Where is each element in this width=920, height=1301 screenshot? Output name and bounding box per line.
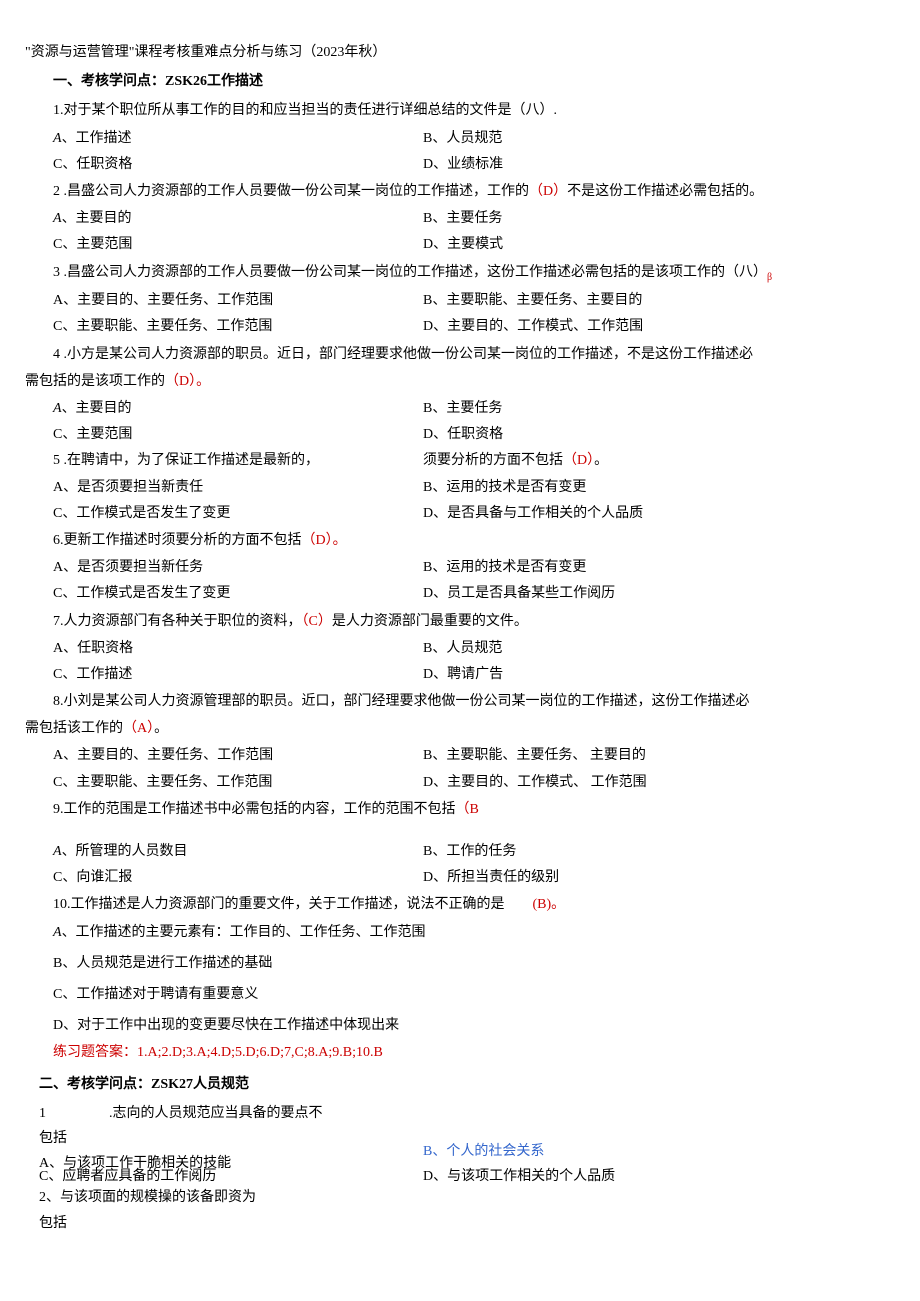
q7-option-d: D、聘请广告 (423, 662, 895, 687)
q5-option-d: D、是否具备与工作相关的个人品质 (423, 501, 895, 526)
q9-option-b: B、工作的任务 (423, 839, 895, 864)
q5-stem-row: 5 .在聘请中，为了保证工作描述是最新的， 须要分析的方面不包括（D）。 (53, 448, 895, 473)
q5-options-row-1: A、是否须要担当新责任 B、运用的技术是否有变更 (53, 475, 895, 500)
s2q1-stem: .志向的人员规范应当具备的要点不 (109, 1101, 323, 1126)
q2-option-d: D、主要模式 (423, 232, 895, 257)
q5-option-b: B、运用的技术是否有变更 (423, 475, 895, 500)
q6-option-d: D、员工是否具备某些工作阅历 (423, 581, 895, 606)
q10-option-d: D、对于工作中出现的变更要尽快在工作描述中体现出来 (53, 1013, 895, 1038)
q3-options-row-2: C、主要职能、主要任务、工作范围 D、主要目的、工作模式、工作范围 (53, 314, 895, 339)
q1-options-row-2: C、任职资格 D、业绩标准 (53, 152, 895, 177)
q5-stem-right: 须要分析的方面不包括（D）。 (423, 448, 895, 473)
q9-option-a: A、所管理的人员数目 (53, 839, 423, 864)
q6-option-b: B、运用的技术是否有变更 (423, 555, 895, 580)
q1-option-b: B、人员规范 (423, 126, 895, 151)
q4-option-a: A、主要目的 (53, 396, 423, 421)
q6-options-row-2: C、工作模式是否发生了变更 D、员工是否具备某些工作阅历 (53, 581, 895, 606)
q3-option-d: D、主要目的、工作模式、工作范围 (423, 314, 895, 339)
s2q1-option-d: D、与该项工作相关的个人品质 (423, 1164, 615, 1189)
q2-option-b: B、主要任务 (423, 206, 895, 231)
s2q2-cont: 包括 (39, 1211, 895, 1236)
q8-option-a: A、主要目的、主要任务、工作范围 (53, 743, 423, 768)
q2-option-c: C、主要范围 (53, 232, 423, 257)
q5-option-c: C、工作模式是否发生了变更 (53, 501, 423, 526)
q9-options-row-2: C、向谁汇报 D、所担当责任的级别 (53, 865, 895, 890)
q1-option-a: A、工作描述 (53, 126, 423, 151)
q3-option-c: C、主要职能、主要任务、工作范围 (53, 314, 423, 339)
q8-stem-line-2: 需包括该工作的（A）。 (25, 716, 895, 741)
section-2-header: 二、考核学问点：ZSK27人员规范 (39, 1072, 895, 1097)
q7-option-c: C、工作描述 (53, 662, 423, 687)
q6-options-row-1: A、是否须要担当新任务 B、运用的技术是否有变更 (53, 555, 895, 580)
q4-options-row-1: A、主要目的 B、主要任务 (53, 396, 895, 421)
q2-stem: 2 .昌盛公司人力资源部的工作人员要做一份公司某一岗位的工作描述，工作的（D）不… (53, 179, 895, 204)
q10-stem: 10.工作描述是人力资源部门的重要文件，关于工作描述，说法不正确的是 (B)。 (53, 892, 895, 917)
q8-option-c: C、主要职能、主要任务、工作范围 (53, 770, 423, 795)
q1-options-row-1: A、工作描述 B、人员规范 (53, 126, 895, 151)
q4-stem-line-1: 4 .小方是某公司人力资源部的职员。近日，部门经理要求他做一份公司某一岗位的工作… (53, 342, 895, 367)
q2-options-row-2: C、主要范围 D、主要模式 (53, 232, 895, 257)
q1-option-c: C、任职资格 (53, 152, 423, 177)
q7-option-b: B、人员规范 (423, 636, 895, 661)
q9-option-c: C、向谁汇报 (53, 865, 423, 890)
q5-option-a: A、是否须要担当新责任 (53, 475, 423, 500)
q7-options-row-1: A、任职资格 B、人员规范 (53, 636, 895, 661)
q2-options-row-1: A、主要目的 B、主要任务 (53, 206, 895, 231)
s2q1-number: 1 (39, 1101, 109, 1126)
q3-option-a: A、主要目的、主要任务、工作范围 (53, 288, 423, 313)
q4-option-b: B、主要任务 (423, 396, 895, 421)
section-1-answers: 练习题答案：1.A;2.D;3.A;4.D;5.D;6.D;7,C;8.A;9.… (53, 1040, 895, 1065)
q3-options-row-1: A、主要目的、主要任务、工作范围 B、主要职能、主要任务、主要目的 (53, 288, 895, 313)
q8-options-row-2: C、主要职能、主要任务、工作范围 D、主要目的、工作模式、 工作范围 (53, 770, 895, 795)
q9-options-row-1: A、所管理的人员数目 B、工作的任务 (53, 839, 895, 864)
q8-option-d: D、主要目的、工作模式、 工作范围 (423, 770, 895, 795)
q8-stem-line-1: 8.小刘是某公司人力资源管理部的职员。近口，部门经理要求他做一份公司某一岗位的工… (53, 689, 895, 714)
q3-stem: 3 .昌盛公司人力资源部的工作人员要做一份公司某一岗位的工作描述，这份工作描述必… (53, 260, 895, 287)
q1-stem: 1.对于某个职位所从事工作的目的和应当担当的责任进行详细总结的文件是（八）. (53, 98, 895, 123)
page-title: "资源与运营管理"课程考核重难点分析与练习（2023年秋） (25, 40, 895, 65)
q7-stem: 7.人力资源部门有各种关于职位的资料，（C）是人力资源部门最重要的文件。 (53, 609, 895, 634)
q3-option-b: B、主要职能、主要任务、主要目的 (423, 288, 895, 313)
q5-stem-left: 5 .在聘请中，为了保证工作描述是最新的， (53, 448, 423, 473)
q2-option-a: A、主要目的 (53, 206, 423, 231)
section-1-header: 一、考核学问点：ZSK26工作描述 (53, 69, 895, 94)
q10-option-a: A、工作描述的主要元素有：工作目的、工作任务、工作范围 (53, 920, 895, 945)
q8-option-b: B、主要职能、主要任务、 主要目的 (423, 743, 895, 768)
s2q1-option-b: B、个人的社会关系 (423, 1139, 544, 1164)
q10-option-c: C、工作描述对于聘请有重要意义 (53, 982, 895, 1007)
q4-options-row-2: C、主要范围 D、任职资格 (53, 422, 895, 447)
q4-option-c: C、主要范围 (53, 422, 423, 447)
q5-options-row-2: C、工作模式是否发生了变更 D、是否具备与工作相关的个人品质 (53, 501, 895, 526)
q9-option-d: D、所担当责任的级别 (423, 865, 895, 890)
q7-option-a: A、任职资格 (53, 636, 423, 661)
q8-options-row-1: A、主要目的、主要任务、工作范围 B、主要职能、主要任务、 主要目的 (53, 743, 895, 768)
q9-stem: 9.工作的范围是工作描述书中必需包括的内容，工作的范围不包括（B (53, 797, 895, 822)
q6-option-c: C、工作模式是否发生了变更 (53, 581, 423, 606)
q1-option-d: D、业绩标准 (423, 152, 895, 177)
s2q1-stem-row: 1 .志向的人员规范应当具备的要点不 (25, 1101, 895, 1126)
q6-stem: 6.更新工作描述时须要分析的方面不包括（D）。 (53, 528, 895, 553)
q4-stem-line-2: 需包括的是该项工作的（D）。 (25, 369, 895, 394)
q6-option-a: A、是否须要担当新任务 (53, 555, 423, 580)
q4-option-d: D、任职资格 (423, 422, 895, 447)
q7-options-row-2: C、工作描述 D、聘请广告 (53, 662, 895, 687)
q10-option-b: B、人员规范是进行工作描述的基础 (53, 951, 895, 976)
